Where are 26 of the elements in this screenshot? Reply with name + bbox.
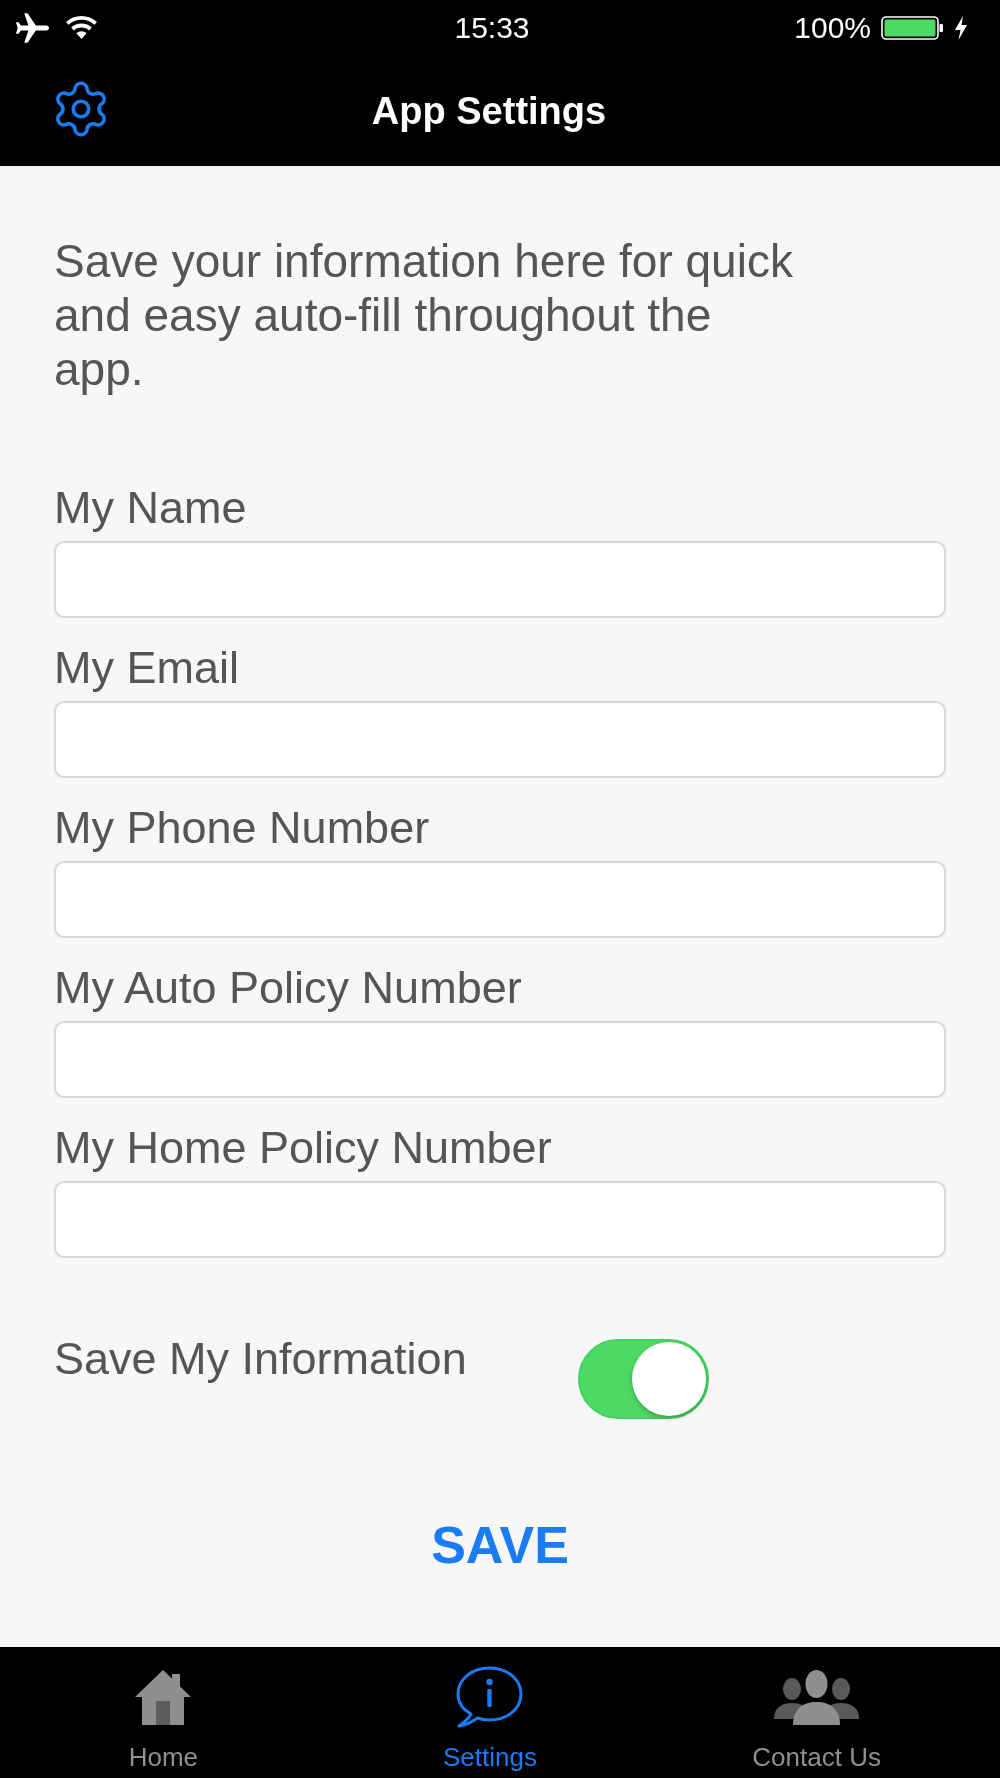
- input-field[interactable]: [54, 1181, 946, 1258]
- charging-bolt-icon: [954, 15, 968, 40]
- house-icon: [134, 1669, 193, 1725]
- tab-bar-item[interactable]: Settings: [326, 1647, 654, 1778]
- tab-bar-item[interactable]: Contact Us: [653, 1647, 980, 1778]
- battery-percentage: 100%: [794, 9, 871, 46]
- save-button[interactable]: SAVE: [431, 1515, 569, 1575]
- intro-text: Save your information here for quick and easy auto-fill throughout the app.: [54, 234, 794, 396]
- input-field[interactable]: [54, 861, 946, 938]
- battery-icon: [881, 15, 944, 40]
- input-field[interactable]: [54, 1021, 946, 1098]
- input-field[interactable]: [54, 541, 946, 618]
- input-field[interactable]: [54, 701, 946, 778]
- status-time: 15:33: [454, 9, 530, 46]
- field-label: My Home Policy Number: [54, 1121, 553, 1175]
- field-label: My Auto Policy Number: [54, 961, 523, 1015]
- tab-bar-item[interactable]: Home: [0, 1647, 327, 1778]
- wifi-icon: [66, 16, 97, 39]
- toggle-label: Save My Information: [54, 1332, 468, 1386]
- field-label: My Email: [54, 641, 240, 695]
- screen-title: App Settings: [371, 88, 607, 134]
- airplane-icon: [16, 12, 49, 43]
- field-label: My Name: [54, 481, 248, 535]
- field-label: My Phone Number: [54, 801, 431, 855]
- info-bubble-icon: [456, 1666, 524, 1728]
- people-icon: [774, 1669, 860, 1725]
